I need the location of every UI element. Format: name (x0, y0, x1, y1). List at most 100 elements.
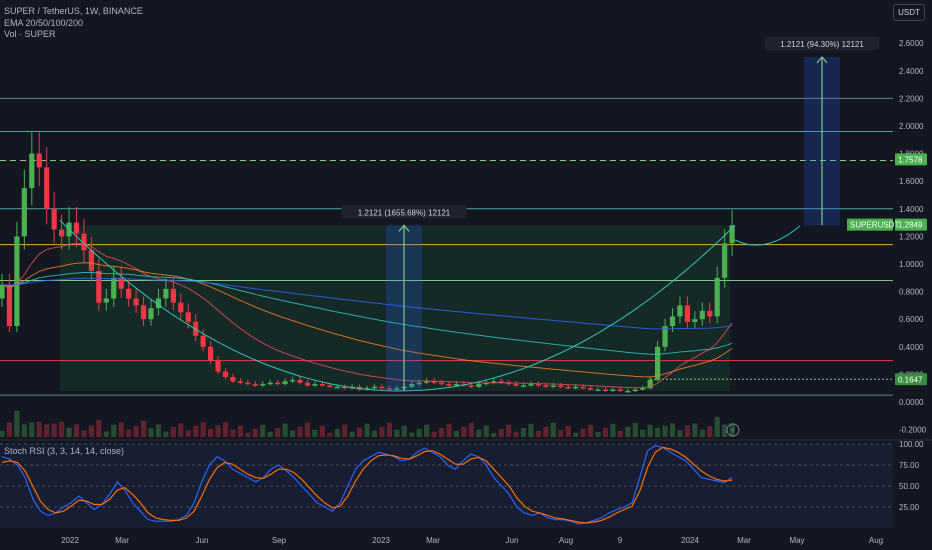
candle (59, 229, 65, 237)
volume-bar (438, 427, 445, 437)
volume-bar (632, 422, 638, 437)
candle (230, 377, 236, 382)
candle (565, 386, 571, 389)
volume-bar (394, 429, 400, 437)
volume-bar (267, 431, 273, 437)
volume-bar (297, 426, 303, 437)
price-chart[interactable]: 1.2121 (1655.68%) 12121 1.2121 (94.30%) 1… (0, 0, 932, 550)
volume-bar (96, 419, 102, 437)
candle (371, 386, 378, 389)
candle (96, 270, 102, 303)
candle (617, 389, 623, 392)
candle (178, 302, 184, 313)
y-tick-label: 1.2000 (899, 232, 924, 241)
lightning-icon-glyph: ⚡ (730, 426, 736, 435)
volume-bar (103, 431, 109, 437)
volume-bar (491, 432, 497, 437)
volume-bar (193, 425, 199, 437)
volume-bar (185, 430, 191, 437)
candle (44, 167, 50, 209)
volume-bar (327, 432, 333, 437)
volume-bar (44, 424, 50, 437)
candle (722, 243, 728, 278)
volume-bar (453, 430, 460, 437)
volume-bar (148, 428, 154, 437)
x-tick-label: Jun (506, 536, 519, 545)
volume-bar (461, 426, 467, 437)
volume-bar (610, 423, 616, 437)
rsi-tick-label: 75.00 (899, 461, 920, 470)
x-tick-label: Aug (559, 536, 573, 545)
volume-bar (483, 425, 489, 437)
volume-bar (260, 424, 266, 437)
candle (714, 277, 720, 317)
candle (297, 379, 303, 383)
candle (476, 384, 482, 387)
ema-legend[interactable]: EMA 20/50/100/200 (4, 18, 83, 29)
candle (200, 335, 206, 347)
candle (215, 360, 221, 372)
candle (185, 312, 191, 322)
volume-bar (178, 423, 184, 437)
candle (21, 188, 27, 237)
volume-bar (133, 425, 139, 437)
stoch-rsi-legend[interactable]: Stoch RSI (3, 3, 14, 14, close) (4, 446, 124, 456)
volume-bar (401, 425, 407, 437)
candle (148, 308, 154, 320)
candle (170, 288, 176, 303)
volume-bar (647, 424, 653, 437)
volume-bar (550, 422, 556, 437)
candle (208, 346, 214, 361)
volume-bar (558, 429, 564, 437)
candle (237, 381, 243, 383)
x-tick-label: Sep (272, 536, 287, 545)
volume-bar (334, 429, 340, 437)
volume-bar (640, 429, 646, 437)
candle (610, 389, 616, 392)
candle (684, 305, 690, 322)
candle (103, 298, 109, 303)
volume-bar (200, 422, 206, 437)
candle (222, 371, 229, 378)
volume-legend[interactable]: Vol · SUPER (4, 29, 56, 40)
volume-bar (222, 422, 229, 437)
currency-button[interactable]: USDT (893, 4, 925, 21)
x-tick-label: 2024 (681, 536, 699, 545)
candle (520, 385, 527, 387)
y-tick-label: 2.0000 (899, 122, 924, 131)
candle (111, 277, 117, 299)
volume-bar (59, 421, 65, 437)
candle (632, 389, 638, 392)
volume-bar (6, 422, 13, 437)
candle (51, 208, 57, 230)
volume-bar (580, 428, 586, 437)
candle (595, 389, 601, 392)
volume-bar (714, 416, 720, 437)
volume-bar (446, 423, 452, 437)
volume-bar (88, 425, 94, 437)
volume-bar (163, 431, 169, 437)
candle (528, 384, 534, 386)
volume-bar (21, 424, 27, 437)
volume-bar (126, 429, 132, 437)
y-tick-label: -0.2000 (899, 426, 927, 435)
volume-bar (707, 426, 713, 437)
volume-bar (528, 423, 534, 437)
chart-title: SUPER / TetherUS, 1W, BINANCE (4, 6, 143, 16)
y-tick-label: 0.4000 (899, 343, 924, 352)
volume-bar (602, 427, 609, 437)
candle (304, 382, 311, 386)
x-tick-label: May (789, 536, 804, 545)
candle (252, 384, 258, 386)
volume-bar (431, 431, 437, 437)
candle (707, 310, 713, 317)
candle (6, 284, 13, 327)
candle (580, 386, 586, 389)
candle (327, 385, 333, 387)
volume-bar (208, 428, 214, 437)
candle (118, 277, 124, 289)
volume-bar (595, 432, 601, 437)
x-tick-label: 2023 (372, 536, 390, 545)
volume-bar (468, 422, 474, 437)
candle (282, 381, 288, 385)
